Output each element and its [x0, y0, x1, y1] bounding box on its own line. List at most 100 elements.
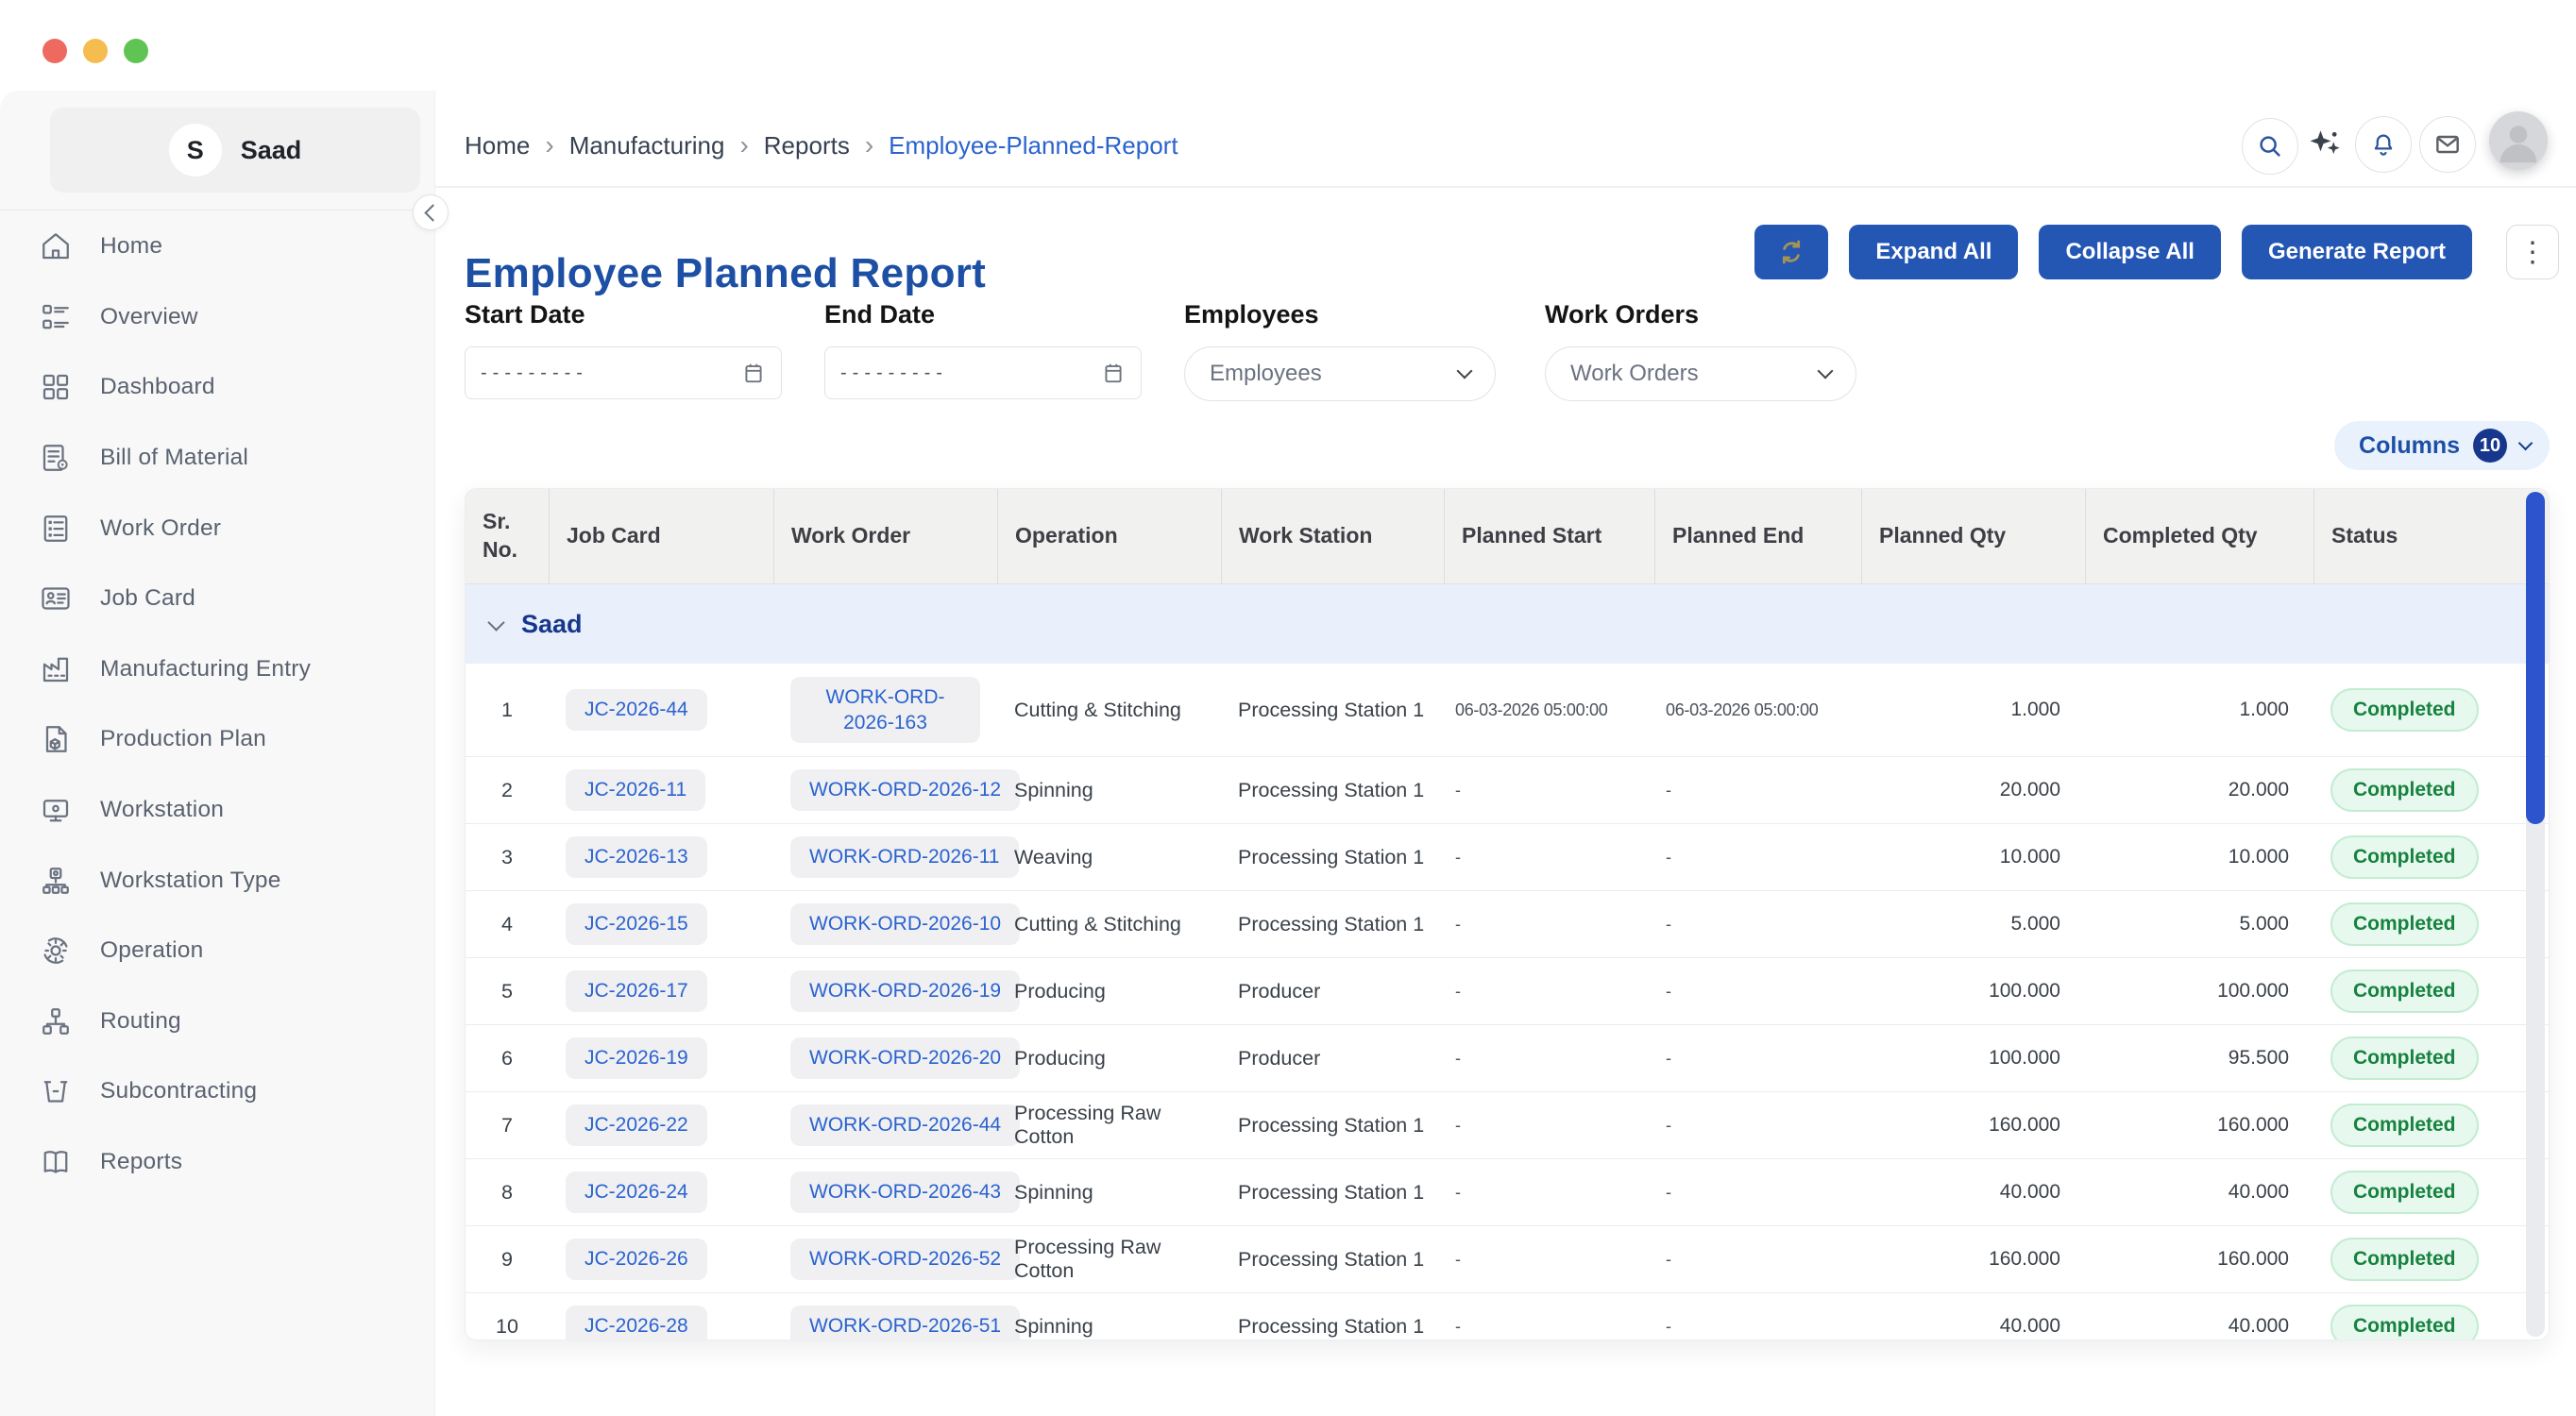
- sidebar-item-dashboard[interactable]: Dashboard: [0, 352, 434, 423]
- close-window-button[interactable]: [42, 39, 67, 63]
- work-orders-select[interactable]: Work Orders: [1545, 346, 1856, 401]
- user-card[interactable]: S Saad: [50, 108, 420, 193]
- cell-completed-qty: 160.000: [2085, 1114, 2313, 1137]
- column-header-planned-qty[interactable]: Planned Qty: [1861, 489, 2085, 583]
- work-order-link[interactable]: WORK-ORD-2026-44: [790, 1104, 1020, 1146]
- cell-completed-qty: 160.000: [2085, 1248, 2313, 1271]
- sidebar-item-work-order[interactable]: Work Order: [0, 493, 434, 564]
- collapse-all-button[interactable]: Collapse All: [2039, 225, 2220, 279]
- work-order-link[interactable]: WORK-ORD-2026-20: [790, 1037, 1020, 1079]
- sidebar-collapse-button[interactable]: [413, 194, 449, 230]
- cell-work-order: WORK-ORD-2026-44: [773, 1104, 997, 1146]
- work-order-link[interactable]: WORK-ORD-2026-51: [790, 1306, 1020, 1340]
- work-order-link[interactable]: WORK-ORD-2026-163: [790, 677, 980, 744]
- work-order-link[interactable]: WORK-ORD-2026-10: [790, 903, 1020, 945]
- work-order-link[interactable]: WORK-ORD-2026-11: [790, 836, 1019, 878]
- work-order-link[interactable]: WORK-ORD-2026-12: [790, 769, 1020, 811]
- job-card-link[interactable]: JC-2026-11: [566, 769, 705, 811]
- cell-job-card: JC-2026-15: [549, 903, 773, 945]
- work-order-icon: [38, 511, 74, 547]
- breadcrumb-item[interactable]: Home: [465, 131, 530, 160]
- vertical-scrollbar[interactable]: [2526, 492, 2545, 1337]
- refresh-report-button[interactable]: [1754, 225, 1828, 279]
- sidebar-item-subcontracting[interactable]: Subcontracting: [0, 1056, 434, 1127]
- column-header-operation[interactable]: Operation: [997, 489, 1221, 583]
- sidebar-item-workstation-type[interactable]: Workstation Type: [0, 845, 434, 916]
- search-button[interactable]: [2242, 118, 2298, 175]
- column-header-status[interactable]: Status: [2313, 489, 2549, 583]
- cell-operation: Weaving: [997, 846, 1221, 869]
- job-card-link[interactable]: JC-2026-13: [566, 836, 707, 878]
- column-header-completed-qty[interactable]: Completed Qty: [2085, 489, 2313, 583]
- sidebar-item-home[interactable]: Home: [0, 211, 434, 282]
- messages-button[interactable]: [2419, 116, 2476, 173]
- sidebar-item-production-plan[interactable]: Production Plan: [0, 704, 434, 775]
- work-order-link[interactable]: WORK-ORD-2026-19: [790, 970, 1020, 1012]
- cell-status: Completed: [2313, 835, 2549, 879]
- job-card-link[interactable]: JC-2026-17: [566, 970, 707, 1012]
- column-header-planned-start[interactable]: Planned Start: [1444, 489, 1654, 583]
- sidebar-item-label: Overview: [100, 304, 198, 330]
- sidebar-item-manufacturing-entry[interactable]: Manufacturing Entry: [0, 634, 434, 705]
- cell-planned-end: -: [1654, 1317, 1861, 1337]
- column-header-sr-no-[interactable]: Sr. No.: [466, 489, 549, 583]
- sidebar-item-label: Reports: [100, 1149, 182, 1175]
- breadcrumb-item[interactable]: Manufacturing: [569, 131, 725, 160]
- column-header-work-station[interactable]: Work Station: [1221, 489, 1444, 583]
- workstation-icon: [38, 792, 74, 828]
- breadcrumb-item[interactable]: Reports: [764, 131, 850, 160]
- column-header-planned-end[interactable]: Planned End: [1654, 489, 1861, 583]
- job-card-link[interactable]: JC-2026-19: [566, 1037, 707, 1079]
- minimize-window-button[interactable]: [83, 39, 108, 63]
- sidebar-item-reports[interactable]: Reports: [0, 1127, 434, 1198]
- cell-sr-no: 5: [466, 980, 549, 1003]
- status-badge: Completed: [2330, 969, 2479, 1013]
- cell-work-order: WORK-ORD-2026-19: [773, 970, 997, 1012]
- cell-planned-end: -: [1654, 848, 1861, 868]
- start-date-input[interactable]: ---------: [465, 346, 782, 399]
- job-card-link[interactable]: JC-2026-26: [566, 1239, 707, 1280]
- filter-start-date: Start Date ---------: [465, 300, 782, 399]
- column-header-job-card[interactable]: Job Card: [549, 489, 773, 583]
- cell-planned-start: -: [1444, 915, 1654, 935]
- cell-job-card: JC-2026-17: [549, 970, 773, 1012]
- ai-assistant-button[interactable]: [2305, 124, 2347, 165]
- kebab-menu-icon: ⋮: [2518, 236, 2547, 269]
- cell-work-station: Processing Station 1: [1221, 779, 1444, 802]
- job-card-link[interactable]: JC-2026-22: [566, 1104, 707, 1146]
- work-order-link[interactable]: WORK-ORD-2026-43: [790, 1172, 1020, 1213]
- sidebar-item-bill-of-material[interactable]: Bill of Material: [0, 423, 434, 494]
- more-options-button[interactable]: ⋮: [2506, 225, 2559, 279]
- column-header-work-order[interactable]: Work Order: [773, 489, 997, 583]
- job-card-link[interactable]: JC-2026-44: [566, 689, 707, 731]
- profile-menu-button[interactable]: [2489, 111, 2548, 170]
- end-date-input[interactable]: ---------: [824, 346, 1142, 399]
- sidebar-item-workstation[interactable]: Workstation: [0, 775, 434, 846]
- cell-status: Completed: [2313, 688, 2549, 732]
- table-row: 9JC-2026-26WORK-ORD-2026-52Processing Ra…: [466, 1225, 2549, 1292]
- breadcrumb-separator: ›: [739, 130, 748, 160]
- columns-button[interactable]: Columns 10: [2334, 421, 2550, 470]
- sidebar-item-routing[interactable]: Routing: [0, 986, 434, 1057]
- scrollbar-thumb[interactable]: [2526, 492, 2545, 824]
- job-card-link[interactable]: JC-2026-15: [566, 903, 707, 945]
- sidebar-item-job-card[interactable]: Job Card: [0, 564, 434, 634]
- employee-group-row[interactable]: Saad: [466, 584, 2549, 664]
- cell-completed-qty: 20.000: [2085, 779, 2313, 801]
- work-order-link[interactable]: WORK-ORD-2026-52: [790, 1239, 1020, 1280]
- employees-select[interactable]: Employees: [1184, 346, 1496, 401]
- calendar-icon: [741, 361, 766, 385]
- table-row: 1JC-2026-44WORK-ORD-2026-163Cutting & St…: [466, 664, 2549, 756]
- sidebar-item-overview[interactable]: Overview: [0, 282, 434, 353]
- maximize-window-button[interactable]: [124, 39, 148, 63]
- sidebar-item-label: Operation: [100, 937, 203, 964]
- expand-all-button[interactable]: Expand All: [1849, 225, 2018, 279]
- sidebar-item-operation[interactable]: Operation: [0, 916, 434, 986]
- notifications-button[interactable]: [2355, 116, 2412, 173]
- job-card-link[interactable]: JC-2026-28: [566, 1306, 707, 1340]
- cell-job-card: JC-2026-13: [549, 836, 773, 878]
- generate-report-button[interactable]: Generate Report: [2242, 225, 2472, 279]
- job-card-link[interactable]: JC-2026-24: [566, 1172, 707, 1213]
- breadcrumb-item[interactable]: Employee-Planned-Report: [889, 131, 1178, 160]
- cell-operation: Cutting & Stitching: [997, 913, 1221, 936]
